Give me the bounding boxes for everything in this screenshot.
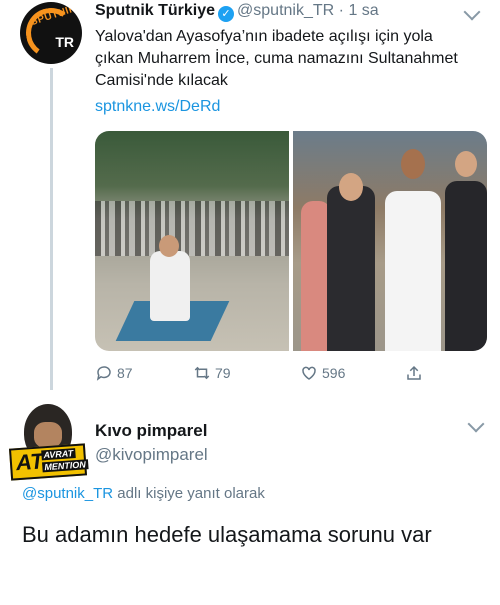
reply-context: @sputnik_TR adlı kişiye yanıt olarak	[22, 485, 265, 502]
sputnik-avatar[interactable]: SPUTNIK TR	[20, 2, 82, 64]
retweet-count: 79	[215, 365, 231, 381]
person-shape	[385, 191, 441, 351]
crowd-shape	[95, 201, 289, 256]
reply-action[interactable]: 87	[95, 364, 133, 382]
tweet-link[interactable]: sptnkne.ws/DeRd	[95, 98, 220, 116]
author-handle[interactable]: @sputnik_TR	[237, 2, 334, 19]
avatar-face	[34, 422, 62, 448]
person-head	[401, 149, 425, 179]
person-shape	[327, 186, 375, 351]
chevron-down-icon[interactable]	[467, 415, 485, 433]
thread-line	[50, 68, 53, 390]
person-shape	[445, 181, 487, 351]
heart-icon	[302, 366, 316, 380]
tweet-text: Bu adamın hedefe ulaşamama sorunu var	[22, 522, 432, 547]
author-handle[interactable]: @kivopimparel	[95, 445, 208, 465]
avatar-badge-line2: MENTION	[42, 459, 89, 473]
author-name[interactable]: Sputnik Türkiye	[95, 2, 215, 19]
avatar-badge-big: AT	[15, 448, 45, 476]
tweet-text: Yalova'dan Ayasofya’nın ibadete açılışı …	[95, 28, 458, 89]
share-action[interactable]	[405, 364, 427, 382]
tweet-actions: 87 79 596	[95, 364, 465, 384]
author-name[interactable]: Kıvo pimparel	[95, 421, 207, 441]
retweet-action[interactable]: 79	[193, 364, 231, 382]
person-head	[339, 173, 363, 201]
reply-icon	[96, 366, 111, 381]
reply-to-handle[interactable]: @sputnik_TR	[22, 485, 113, 502]
praying-man-head	[159, 235, 179, 257]
photo-prayer-crowd[interactable]	[95, 131, 289, 351]
reply-count: 87	[117, 365, 133, 381]
kivo-avatar[interactable]: AT AVRAT MENTION	[8, 404, 89, 481]
chevron-down-icon[interactable]	[463, 3, 481, 21]
avatar-banner: AT AVRAT MENTION	[8, 443, 89, 481]
avatar-country-code: TR	[55, 34, 74, 50]
tweet-media[interactable]	[95, 131, 487, 351]
like-count: 596	[322, 365, 346, 381]
like-action[interactable]: 596	[300, 364, 345, 382]
praying-man	[150, 251, 190, 321]
separator-dot: ·	[338, 2, 344, 19]
reply-to-suffix: adlı kişiye yanıt olarak	[113, 485, 265, 502]
photo-group-standing[interactable]	[293, 131, 487, 351]
verified-badge-icon: ✓	[218, 6, 235, 22]
person-head	[455, 151, 477, 177]
tweet-header: Sputnik Türkiye ✓ @sputnik_TR · 1 sa	[95, 2, 379, 22]
tweet-timestamp[interactable]: 1 sa	[348, 2, 378, 19]
avatar-badge-line1: AVRAT	[41, 448, 76, 461]
share-icon	[407, 365, 421, 380]
retweet-icon	[194, 366, 210, 380]
